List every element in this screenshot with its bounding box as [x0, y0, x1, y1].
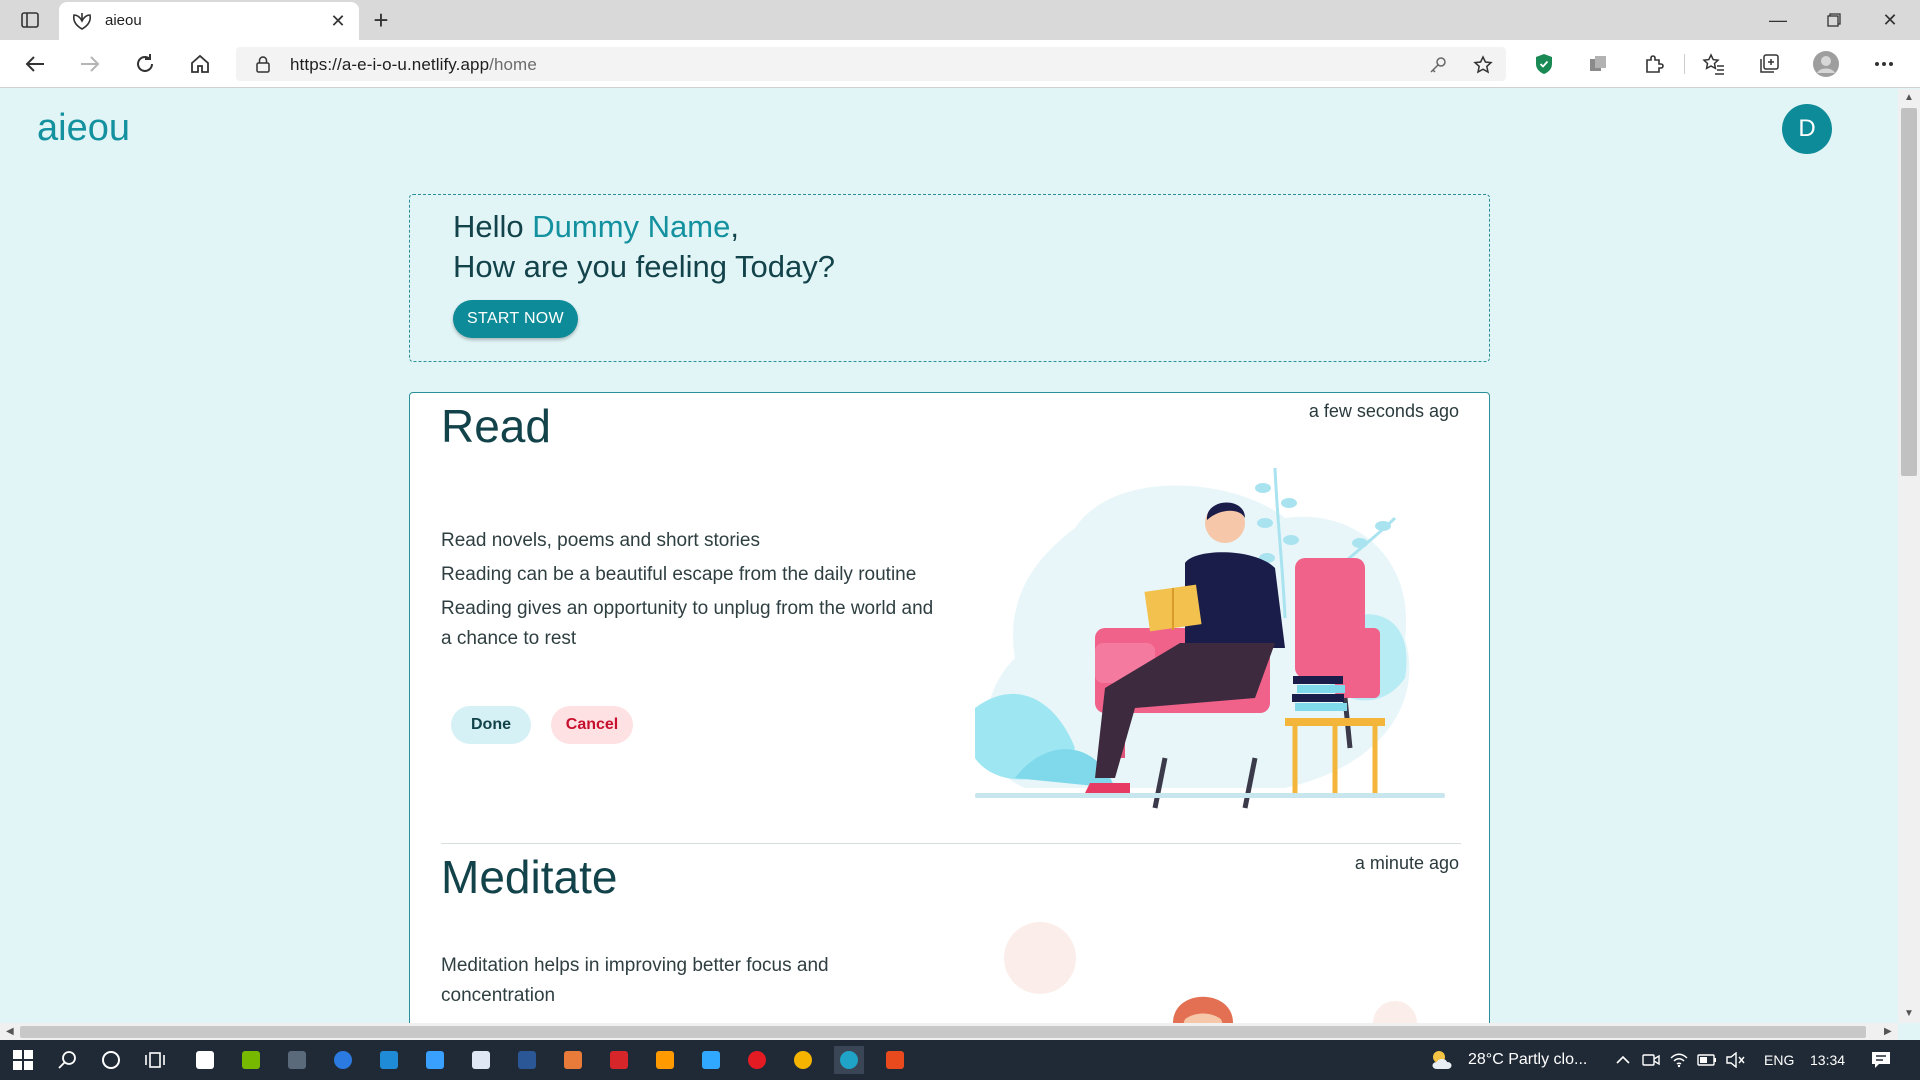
user-avatar[interactable]: D	[1782, 104, 1832, 154]
store-icon[interactable]	[190, 1046, 220, 1074]
task-view-icon[interactable]	[140, 1046, 170, 1074]
page-viewport: aiеou D Hello Dummy Name, How are you fe…	[0, 89, 1898, 1023]
url-text[interactable]: https://a-e-i-o-u.netlify.app/home	[290, 55, 537, 75]
office-icon[interactable]	[880, 1046, 910, 1074]
circle-app-icon[interactable]	[328, 1046, 358, 1074]
horizontal-scroll-thumb[interactable]	[20, 1026, 1866, 1038]
greeting-line: Hello Dummy Name,	[453, 209, 739, 245]
wifi-icon[interactable]	[1664, 1046, 1694, 1074]
volume-muted-icon[interactable]	[1720, 1046, 1750, 1074]
extensions-puzzle-icon[interactable]	[1640, 50, 1668, 78]
tab-actions-icon[interactable]	[14, 8, 46, 32]
feeling-question: How are you feeling Today?	[453, 249, 836, 284]
done-button[interactable]: Done	[451, 706, 531, 744]
aieou-favicon-icon	[71, 11, 93, 31]
activity-title-read: Read	[441, 400, 551, 452]
tab-title: aieou	[105, 12, 142, 29]
language-indicator[interactable]: ENG	[1764, 1052, 1794, 1068]
close-tab-icon[interactable]: ✕	[327, 10, 349, 32]
activity-time-read: a few seconds ago	[1308, 401, 1459, 421]
dropbox-icon[interactable]	[466, 1046, 496, 1074]
back-icon[interactable]	[17, 48, 53, 80]
activity-time-meditate: a minute ago	[1354, 853, 1459, 873]
greeting-comma: ,	[730, 209, 739, 244]
activity-title-meditate: Meditate	[441, 851, 618, 903]
new-tab-icon[interactable]: +	[366, 5, 396, 35]
clock[interactable]: 13:34	[1810, 1052, 1845, 1068]
activity-divider	[441, 843, 1461, 844]
profile-icon[interactable]	[1812, 50, 1840, 78]
weather-icon[interactable]	[1426, 1046, 1460, 1074]
azure-data-icon[interactable]	[420, 1046, 450, 1074]
greeting-hello: Hello	[453, 209, 524, 244]
search-icon[interactable]	[52, 1046, 82, 1074]
pen-app-icon[interactable]	[282, 1046, 312, 1074]
address-bar[interactable]: https://a-e-i-o-u.netlify.app/home	[236, 47, 1506, 81]
start-now-button[interactable]: START NOW	[453, 300, 578, 338]
home-icon[interactable]	[182, 48, 218, 80]
scroll-down-icon[interactable]: ▼	[1904, 1008, 1914, 1019]
greeting-card: Hello Dummy Name, How are you feeling To…	[409, 194, 1490, 362]
collections-icon[interactable]	[1755, 50, 1783, 78]
description-line: Reading gives an opportunity to unplug f…	[441, 598, 934, 649]
lock-icon[interactable]	[254, 55, 272, 73]
description-line: Reading can be a beautiful escape from t…	[441, 564, 917, 585]
activity-description-meditate: Meditation helps in improving better foc…	[441, 951, 941, 1015]
word-icon[interactable]	[512, 1046, 542, 1074]
url-host: https://a-e-i-o-u.netlify.app	[290, 55, 490, 74]
activity-list-card: Read a few seconds ago Read novels, poem…	[409, 392, 1490, 1023]
minimize-icon[interactable]: —	[1750, 0, 1806, 40]
url-path: /home	[489, 55, 537, 74]
notifications-icon[interactable]	[1866, 1046, 1896, 1074]
close-window-icon[interactable]: ✕	[1862, 0, 1918, 40]
windows-taskbar: 28°C Partly clo... ENG 13:34	[0, 1040, 1920, 1080]
user-name: Dummy Name	[532, 209, 731, 244]
browser-tab-bar: aieou ✕ + — ✕	[0, 0, 1920, 40]
key-icon[interactable]	[1428, 55, 1448, 75]
chevron-up-icon[interactable]	[1608, 1046, 1638, 1074]
scroll-right-icon[interactable]: ▶	[1884, 1026, 1892, 1037]
activity-description-read: Read novels, poems and short stories Rea…	[441, 526, 941, 658]
acrobat-icon[interactable]	[604, 1046, 634, 1074]
description-line: Read novels, poems and short stories	[441, 530, 760, 551]
description-line: Meditation helps in improving better foc…	[441, 955, 829, 1006]
opera-icon[interactable]	[742, 1046, 772, 1074]
vertical-scroll-thumb[interactable]	[1901, 108, 1917, 476]
scroll-left-icon[interactable]: ◀	[6, 1026, 14, 1037]
more-menu-icon[interactable]	[1870, 50, 1898, 78]
nvidia-icon[interactable]	[236, 1046, 266, 1074]
refresh-icon[interactable]	[127, 48, 163, 80]
meditation-illustration	[1004, 922, 1417, 1023]
cancel-button[interactable]: Cancel	[551, 706, 633, 744]
restore-icon[interactable]	[1806, 0, 1862, 40]
edge-icon[interactable]	[834, 1046, 864, 1074]
battery-icon[interactable]	[1692, 1046, 1722, 1074]
active-tab[interactable]: aieou ✕	[59, 2, 359, 40]
toolbar-divider	[1684, 54, 1685, 74]
illustrator-icon[interactable]	[650, 1046, 680, 1074]
favorites-icon[interactable]	[1700, 50, 1728, 78]
pen-tool-icon[interactable]	[558, 1046, 588, 1074]
reading-illustration	[975, 467, 1445, 809]
cortana-icon[interactable]	[96, 1046, 126, 1074]
photoshop-icon[interactable]	[696, 1046, 726, 1074]
extension-icon[interactable]	[1584, 50, 1612, 78]
brand-logo[interactable]: aiеou	[37, 107, 130, 150]
meet-now-icon[interactable]	[1636, 1046, 1666, 1074]
scroll-up-icon[interactable]: ▲	[1904, 92, 1914, 103]
add-favorite-icon[interactable]	[1473, 55, 1493, 75]
windows-start-icon[interactable]	[8, 1046, 38, 1074]
address-toolbar: https://a-e-i-o-u.netlify.app/home	[0, 40, 1920, 88]
chrome-icon[interactable]	[788, 1046, 818, 1074]
weather-text[interactable]: 28°C Partly clo...	[1468, 1051, 1587, 1069]
forward-icon[interactable]	[72, 48, 108, 80]
vscode-icon[interactable]	[374, 1046, 404, 1074]
shield-extension-icon[interactable]	[1530, 50, 1558, 78]
